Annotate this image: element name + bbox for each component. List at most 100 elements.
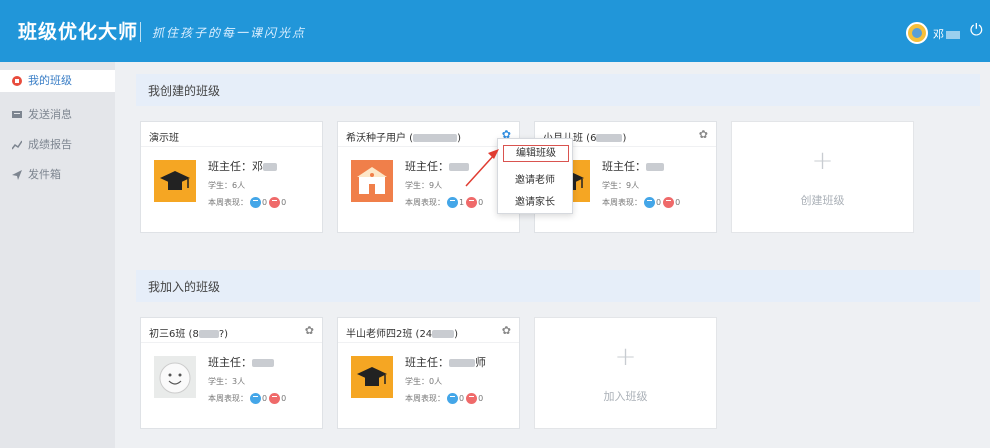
class-avatar (351, 160, 393, 202)
section-title: 我创建的班级 (148, 84, 221, 98)
perf-label: 本周表现： (208, 394, 248, 403)
praise-count: 0 (656, 198, 662, 207)
class-settings-menu: 编辑班级 邀请老师 邀请家长 (497, 138, 573, 214)
criticism-icon (663, 197, 675, 208)
criticism-icon (466, 393, 478, 404)
send-icon (12, 170, 22, 180)
weekly-performance: 本周表现： 1 0 (405, 197, 483, 208)
criticism-count: 0 (478, 394, 484, 403)
sidebar-item-label: 发件箱 (28, 168, 61, 181)
criticism-count: 0 (281, 198, 287, 207)
class-card-banshan[interactable]: 半山老师四2班 (24) ✿ 班主任： 师 学生：0人 本周表现： 0 0 (337, 317, 520, 429)
weekly-performance: 本周表现： 0 0 (208, 197, 286, 208)
weekly-performance: 本周表现： 0 0 (405, 393, 483, 404)
plus-icon: + (811, 146, 834, 176)
praise-icon (250, 393, 261, 404)
sidebar-item-score-report[interactable]: 成绩报告 (0, 134, 115, 156)
card-divider (141, 146, 322, 147)
name-redaction (252, 359, 274, 367)
student-count: 学生：9人 (602, 181, 640, 190)
name-redaction (646, 163, 664, 171)
menu-item-edit-class[interactable]: 编辑班级 (503, 145, 569, 162)
teacher-line: 班主任： (208, 354, 274, 370)
class-name: 半山老师四2班 (24) (346, 325, 458, 340)
name-redaction (432, 330, 455, 338)
teacher-line: 班主任：邓 (208, 158, 277, 174)
user-avatar[interactable] (906, 22, 928, 44)
card-divider (338, 342, 519, 343)
slogan: 抓住孩子的每一课闪光点 (152, 26, 307, 40)
teacher-label: 班主任： (208, 356, 252, 369)
class-name-end: ?) (218, 329, 229, 340)
class-card-seewo[interactable]: 希沃种子用户 () ✿ 班主任： 学生：9人 本周表现： 1 0 (337, 121, 520, 233)
card-divider (338, 146, 519, 147)
create-class-button[interactable]: + 创建班级 (731, 121, 914, 233)
criticism-count: 0 (478, 198, 484, 207)
criticism-icon (269, 393, 281, 404)
user-name[interactable]: 邓 (933, 26, 960, 42)
teacher-name: 师 (475, 356, 486, 369)
praise-icon (250, 197, 261, 208)
praise-count: 0 (262, 198, 268, 207)
sidebar-item-my-classes[interactable]: 我的班级 (0, 70, 115, 92)
sidebar: 我的班级 发送消息 成绩报告 发件箱 (0, 62, 115, 448)
power-icon[interactable]: ⏻ (970, 20, 983, 40)
class-name: 演示班 (149, 133, 179, 144)
class-name: 初三6班 (8?) (149, 325, 228, 340)
class-avatar (154, 356, 196, 398)
class-name-text: 希沃种子用户 ( (346, 133, 414, 144)
top-bar: 班级优化大师 抓住孩子的每一课闪光点 邓 ⏻ (0, 0, 990, 62)
home-icon (12, 76, 22, 86)
class-name-end: ) (622, 133, 627, 144)
gear-icon[interactable]: ✿ (502, 324, 511, 337)
name-redaction (449, 359, 475, 367)
name-redaction (449, 163, 469, 171)
teacher-name: 邓 (252, 160, 263, 173)
praise-count: 1 (459, 198, 465, 207)
class-card-demo[interactable]: 演示班 班主任：邓 学生：6人 本周表现： 0 0 (140, 121, 323, 233)
sidebar-item-label: 我的班级 (28, 74, 72, 87)
student-count: 学生：9人 (405, 181, 443, 190)
sidebar-item-outbox[interactable]: 发件箱 (0, 164, 115, 186)
join-class-button[interactable]: + 加入班级 (534, 317, 717, 429)
class-name: 希沃种子用户 () (346, 129, 461, 144)
name-redaction (263, 163, 277, 171)
school-icon (357, 167, 387, 194)
name-redaction (946, 31, 960, 39)
criticism-count: 0 (675, 198, 681, 207)
name-redaction (198, 330, 219, 338)
class-card-grade9[interactable]: 初三6班 (8?) ✿ 班主任： 学生：3人 本周表现： 0 0 (140, 317, 323, 429)
perf-label: 本周表现： (405, 198, 445, 207)
praise-count: 0 (262, 394, 268, 403)
chart-icon (12, 140, 22, 150)
perf-label: 本周表现： (602, 198, 642, 207)
create-class-label: 创建班级 (800, 194, 845, 207)
teacher-line: 班主任： (405, 158, 469, 174)
sidebar-item-label: 发送消息 (28, 108, 72, 121)
student-count: 学生：3人 (208, 377, 246, 386)
card-divider (141, 342, 322, 343)
joined-section-header: 我加入的班级 (136, 270, 980, 302)
perf-label: 本周表现： (405, 394, 445, 403)
praise-icon (644, 197, 655, 208)
sidebar-item-send-message[interactable]: 发送消息 (0, 104, 115, 126)
section-title: 我加入的班级 (148, 280, 221, 294)
user-name-text: 邓 (933, 28, 944, 41)
class-avatar (154, 160, 196, 202)
perf-label: 本周表现： (208, 198, 248, 207)
gear-icon[interactable]: ✿ (699, 128, 708, 141)
teacher-label: 班主任： (208, 160, 252, 173)
class-name-end: ) (457, 133, 461, 144)
message-icon (12, 111, 22, 118)
class-name-text: 初三6班 (8 (149, 329, 199, 340)
teacher-label: 班主任： (405, 356, 449, 369)
criticism-icon (269, 197, 281, 208)
teacher-label: 班主任： (405, 160, 449, 173)
gear-icon[interactable]: ✿ (305, 324, 314, 337)
menu-item-invite-teacher[interactable]: 邀请老师 (498, 171, 572, 186)
sidebar-item-label: 成绩报告 (28, 138, 72, 151)
class-name-text: 半山老师四2班 (24 (346, 329, 433, 340)
criticism-count: 0 (281, 394, 287, 403)
menu-item-invite-parent[interactable]: 邀请家长 (498, 193, 572, 208)
praise-icon (447, 393, 458, 404)
